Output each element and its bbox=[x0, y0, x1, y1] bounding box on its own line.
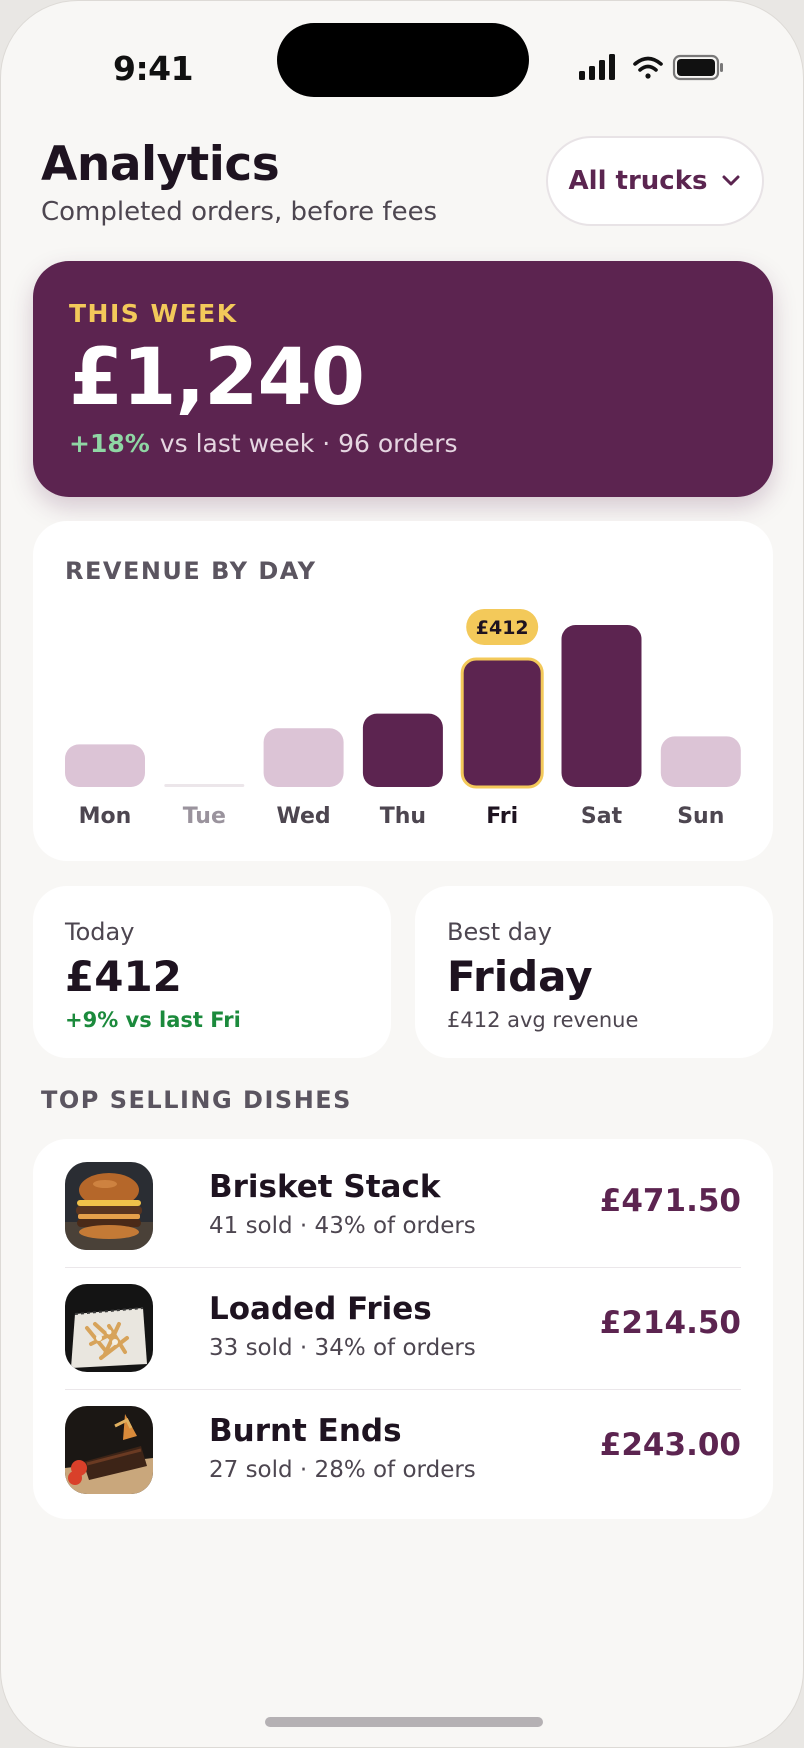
bar-sun[interactable] bbox=[660, 736, 741, 787]
bar-sat[interactable] bbox=[561, 625, 642, 787]
dish-name: Burnt Ends bbox=[209, 1413, 402, 1449]
truck-filter-label: All trucks bbox=[568, 166, 708, 196]
bar-wed[interactable] bbox=[263, 728, 344, 787]
best-day-sub: £412 avg revenue bbox=[447, 1008, 639, 1032]
dish-name: Loaded Fries bbox=[209, 1291, 432, 1327]
page-subtitle: Completed orders, before fees bbox=[41, 197, 438, 227]
dish-row[interactable]: Loaded Fries 33 sold · 34% of orders £21… bbox=[65, 1261, 741, 1383]
summary-label: THIS WEEK bbox=[69, 299, 238, 328]
status-icons bbox=[579, 54, 723, 81]
best-day-label: Best day bbox=[447, 918, 552, 946]
dish-revenue: £243.00 bbox=[599, 1427, 741, 1463]
tick-label-sun: Sun bbox=[677, 804, 724, 829]
dish-row[interactable]: Brisket Stack 41 sold · 43% of orders £4… bbox=[65, 1139, 741, 1261]
dish-stats: 41 sold · 43% of orders bbox=[209, 1213, 476, 1239]
tick-label-mon: Mon bbox=[79, 804, 132, 829]
dish-revenue: £471.50 bbox=[599, 1183, 741, 1219]
best-day-value: Friday bbox=[447, 952, 593, 1001]
signal-icon bbox=[579, 54, 615, 80]
dish-row[interactable]: Burnt Ends 27 sold · 28% of orders £243.… bbox=[65, 1383, 741, 1505]
truck-filter-dropdown[interactable]: All trucks bbox=[546, 136, 764, 226]
chevron-down-icon bbox=[722, 175, 740, 186]
home-indicator bbox=[265, 1717, 543, 1727]
bar-fri[interactable] bbox=[460, 657, 544, 789]
tick-label-thu: Thu bbox=[380, 804, 426, 829]
selected-value-badge: £412 bbox=[466, 609, 539, 645]
tick-label-sat: Sat bbox=[581, 804, 623, 829]
battery-icon bbox=[672, 54, 723, 81]
dish-stats: 27 sold · 28% of orders bbox=[209, 1457, 476, 1483]
bar-tue[interactable] bbox=[164, 784, 245, 787]
revenue-bar-chart: Mon Tue Wed Thu Fri £412 Sat Sun bbox=[65, 609, 741, 829]
fries-photo-icon bbox=[65, 1284, 153, 1372]
wifi-icon bbox=[633, 56, 663, 79]
revenue-chart-card: REVENUE BY DAY Mon Tue Wed Thu Fri £412 Sat Sun bbox=[33, 521, 773, 861]
phone-screen: 9:41 Analytics Completed orders, before … bbox=[0, 0, 804, 1748]
today-stat-card: Today £412 +9% vs last Fri bbox=[33, 886, 391, 1058]
summary-meta-text: vs last week · 96 orders bbox=[159, 429, 458, 458]
today-change: +9% vs last Fri bbox=[65, 1008, 241, 1032]
tick-label-fri: Fri bbox=[486, 804, 518, 829]
weekly-summary-card: THIS WEEK £1,240 +18% vs last week · 96 o… bbox=[33, 261, 773, 497]
dynamic-island bbox=[277, 23, 529, 97]
bar-mon[interactable] bbox=[65, 744, 145, 787]
dish-name: Brisket Stack bbox=[209, 1169, 441, 1205]
ribs-photo-icon bbox=[65, 1406, 153, 1494]
summary-value: £1,240 bbox=[69, 333, 365, 423]
best-day-stat-card: Best day Friday £412 avg revenue bbox=[415, 886, 773, 1058]
dish-revenue: £214.50 bbox=[599, 1305, 741, 1341]
burger-photo-icon bbox=[65, 1162, 153, 1250]
tick-label-tue: Tue bbox=[183, 804, 226, 829]
dish-stats: 33 sold · 34% of orders bbox=[209, 1335, 476, 1361]
dishes-section-title: TOP SELLING DISHES bbox=[41, 1086, 352, 1114]
tick-label-wed: Wed bbox=[277, 804, 331, 829]
summary-meta: +18% vs last week · 96 orders bbox=[69, 429, 458, 458]
status-time: 9:41 bbox=[113, 49, 194, 88]
data-label: £412 bbox=[476, 617, 529, 639]
page-title: Analytics bbox=[41, 137, 280, 192]
today-value: £412 bbox=[65, 952, 182, 1001]
summary-delta: +18% bbox=[69, 429, 150, 458]
top-dishes-card: Brisket Stack 41 sold · 43% of orders £4… bbox=[33, 1139, 773, 1519]
today-label: Today bbox=[65, 918, 135, 946]
bar-thu[interactable] bbox=[362, 713, 443, 787]
